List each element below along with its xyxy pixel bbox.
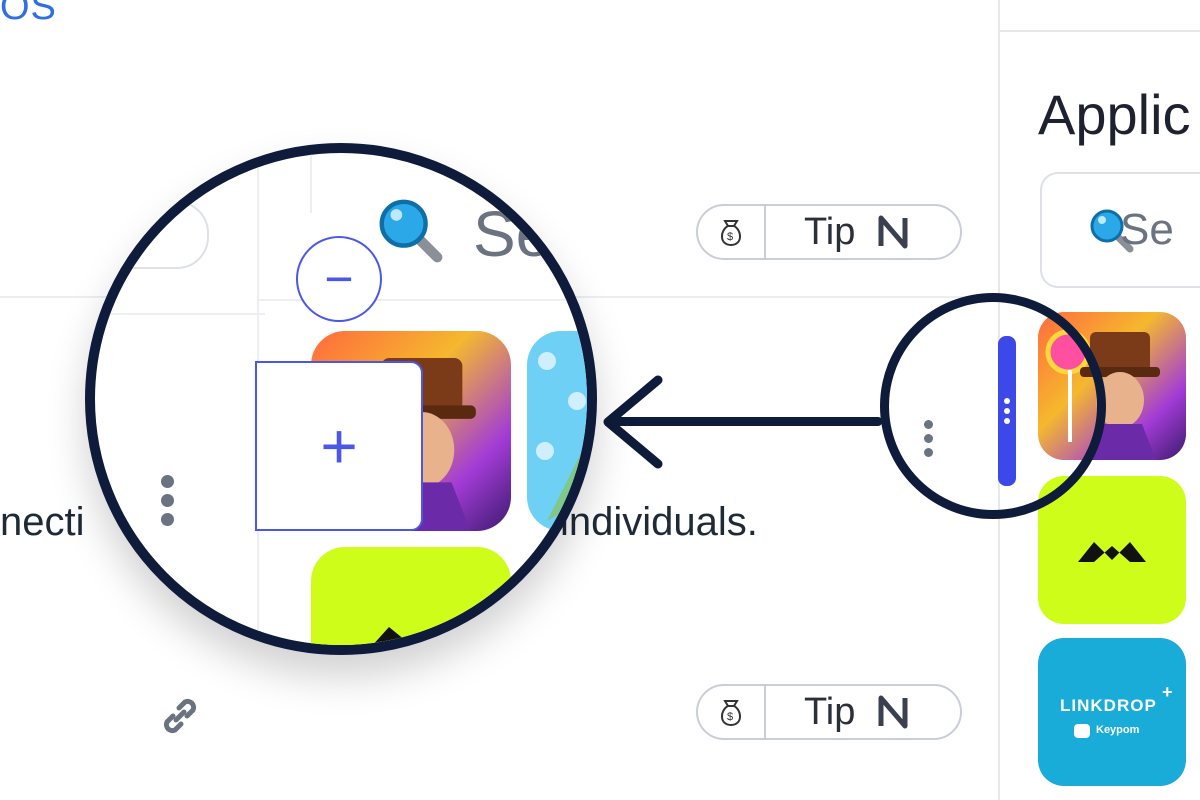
add-app-button[interactable]: + bbox=[255, 361, 423, 531]
description-text-left: necti bbox=[0, 500, 85, 544]
svg-text:$: $ bbox=[727, 711, 733, 723]
input-fragment bbox=[95, 201, 209, 269]
search-icon bbox=[373, 193, 449, 274]
near-icon bbox=[878, 695, 908, 729]
header-link[interactable]: OS bbox=[0, 0, 57, 29]
app-tile-linkdrop[interactable]: LINKDROP + Keypom bbox=[1038, 638, 1186, 786]
mintbase-logo-icon bbox=[372, 627, 450, 645]
keypom-logo-icon bbox=[1074, 724, 1090, 738]
app-tile-mintbase[interactable] bbox=[311, 547, 511, 645]
plus-icon: + bbox=[1162, 682, 1173, 702]
description-text-right: individuals. bbox=[560, 500, 758, 544]
search-placeholder: Se bbox=[473, 198, 552, 270]
link-icon[interactable] bbox=[156, 692, 204, 745]
magnifier-lens: Se − + bbox=[85, 143, 597, 655]
divider bbox=[1000, 30, 1200, 32]
pattern-image bbox=[536, 352, 587, 521]
minus-icon: − bbox=[324, 251, 354, 307]
highlight-circle bbox=[880, 293, 1106, 519]
divider bbox=[95, 313, 265, 315]
app-tile-pattern[interactable] bbox=[527, 331, 587, 531]
money-bag-icon: $ bbox=[698, 206, 766, 258]
app-tile-mintbase[interactable] bbox=[1038, 476, 1186, 624]
panel-title: Applic bbox=[1038, 83, 1191, 146]
tip-button-2[interactable]: $ Tip bbox=[696, 684, 962, 740]
collapse-button[interactable]: − bbox=[296, 236, 382, 322]
tip-button[interactable]: $ Tip bbox=[696, 204, 962, 260]
linkdrop-title: LINKDROP bbox=[1060, 696, 1157, 715]
tip-label: Tip bbox=[804, 690, 856, 733]
divider bbox=[310, 153, 312, 213]
svg-text:$: $ bbox=[727, 231, 733, 243]
kebab-menu-icon[interactable] bbox=[161, 475, 174, 526]
arrow-head-icon bbox=[603, 375, 663, 469]
mintbase-logo-icon bbox=[1078, 542, 1146, 562]
keypom-label: Keypom bbox=[1096, 724, 1140, 736]
plus-icon: + bbox=[320, 410, 358, 482]
near-icon bbox=[878, 215, 908, 249]
panel-search-placeholder: Se bbox=[1120, 205, 1174, 254]
money-bag-icon: $ bbox=[698, 686, 766, 738]
tip-label: Tip bbox=[804, 210, 856, 253]
